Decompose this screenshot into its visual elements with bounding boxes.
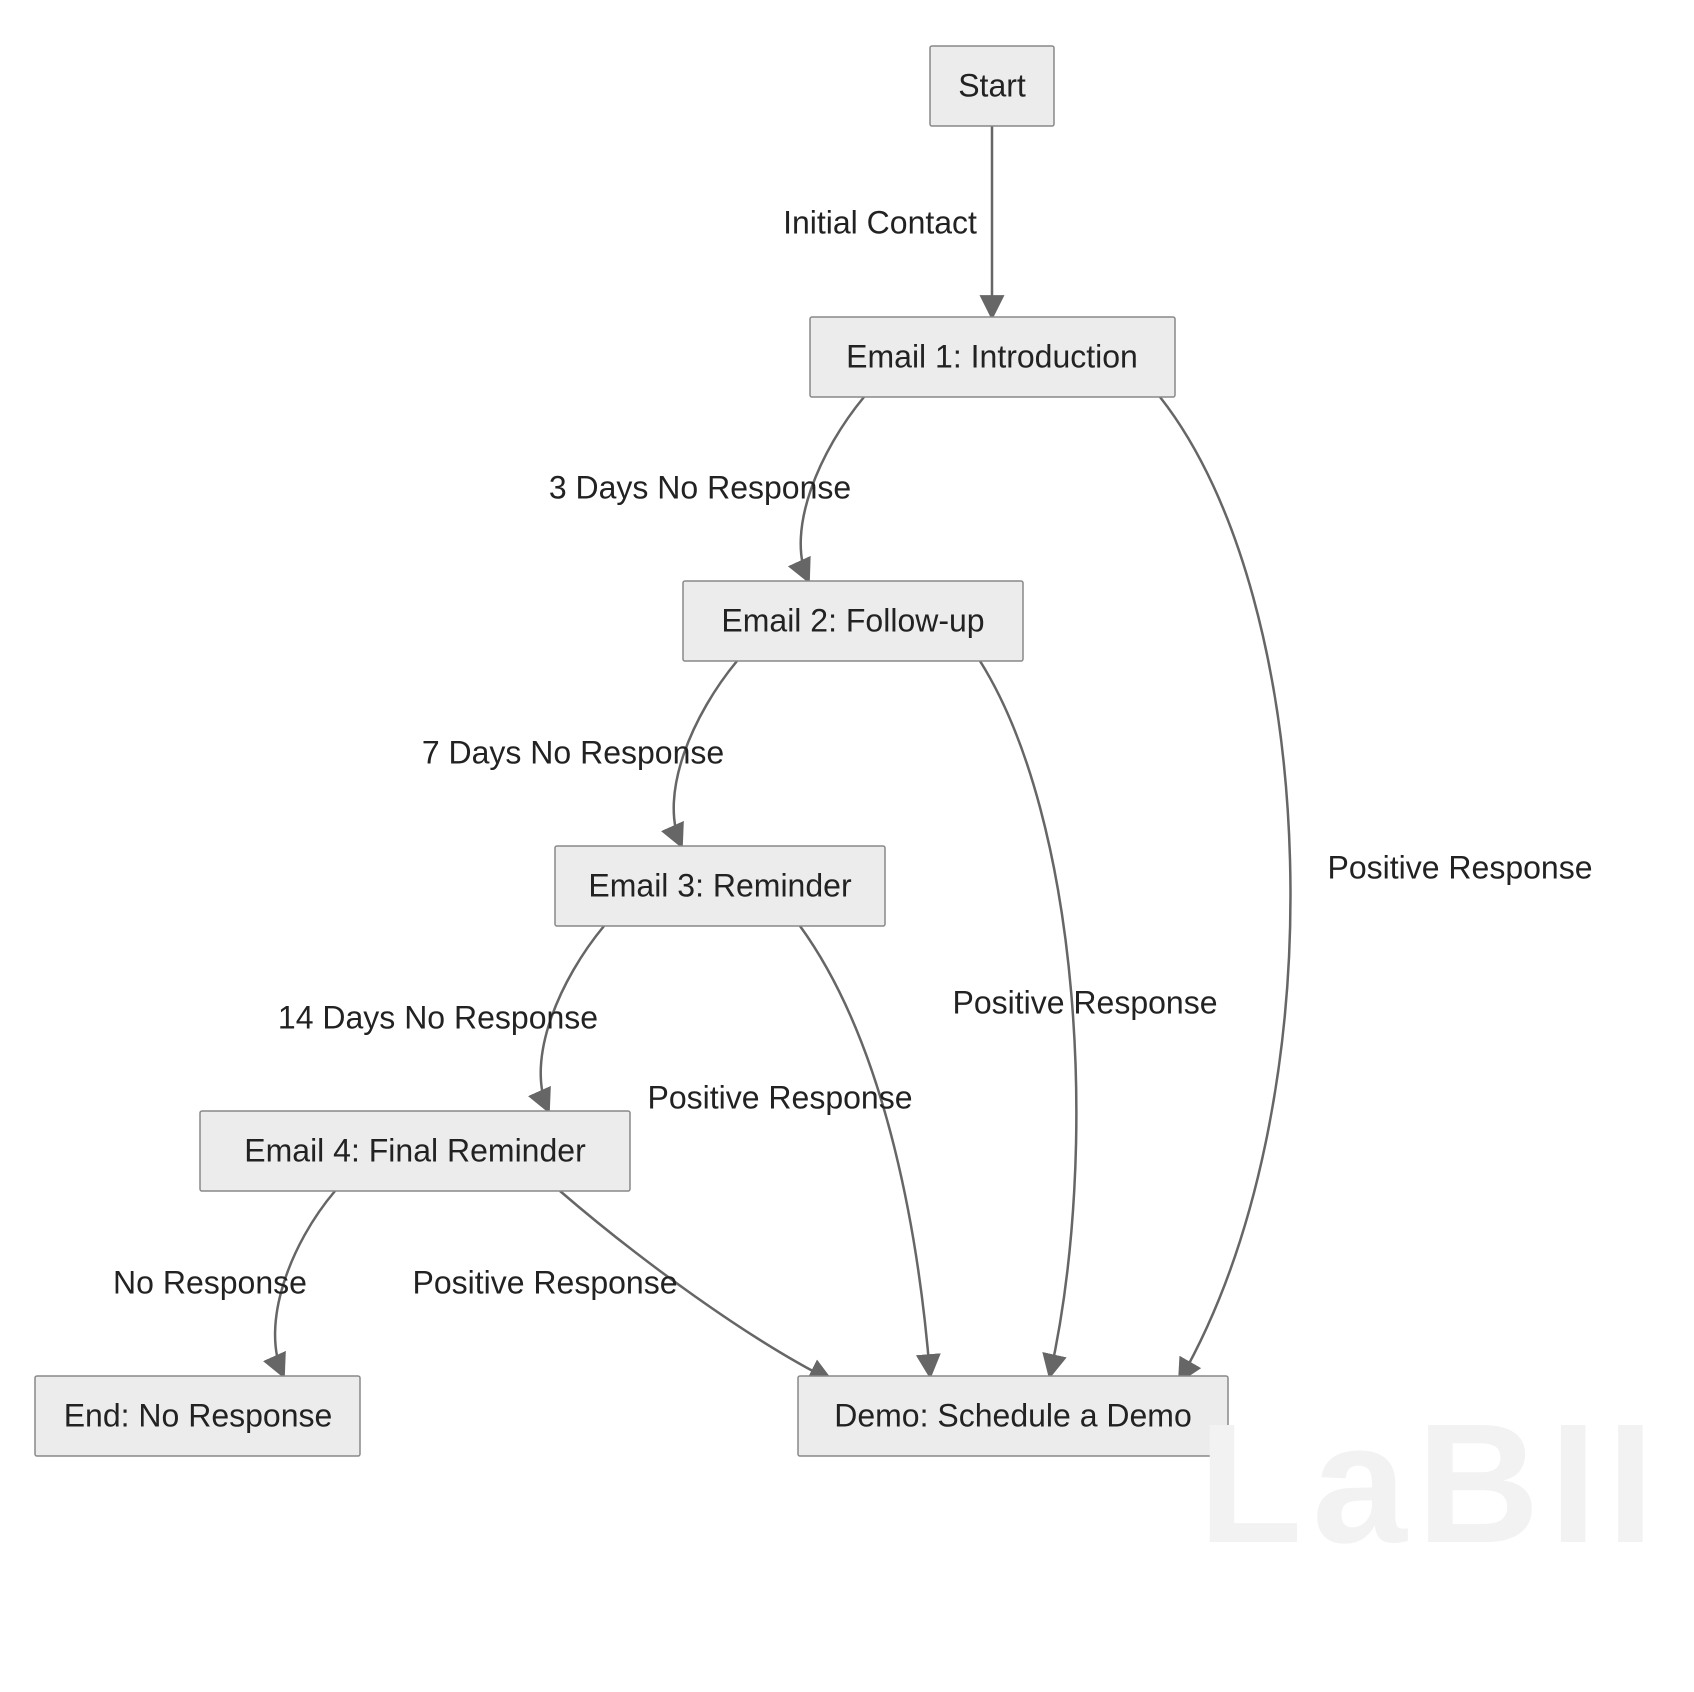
node-email1: Email 1: Introduction	[810, 317, 1175, 397]
node-end: End: No Response	[35, 1376, 360, 1456]
edge-label-noresponse: No Response	[113, 1264, 307, 1300]
edge-label-3days: 3 Days No Response	[549, 469, 851, 505]
edge-label-14days: 14 Days No Response	[278, 999, 598, 1035]
node-email2: Email 2: Follow-up	[683, 581, 1023, 661]
node-demo: Demo: Schedule a Demo	[798, 1376, 1228, 1456]
node-email3-label: Email 3: Reminder	[588, 867, 852, 903]
edge-email3-demo	[800, 926, 930, 1375]
node-email1-label: Email 1: Introduction	[846, 338, 1138, 374]
edge-label-email1-positive: Positive Response	[1327, 849, 1592, 885]
node-email4-label: Email 4: Final Reminder	[244, 1132, 586, 1168]
edge-label-email4-positive: Positive Response	[412, 1264, 677, 1300]
node-email4: Email 4: Final Reminder	[200, 1111, 630, 1191]
edge-email1-demo	[1160, 397, 1290, 1380]
edge-label-email2-positive: Positive Response	[952, 984, 1217, 1020]
node-demo-label: Demo: Schedule a Demo	[834, 1397, 1192, 1433]
edge-label-initial-contact: Initial Contact	[783, 204, 977, 240]
node-email2-label: Email 2: Follow-up	[721, 602, 984, 638]
node-end-label: End: No Response	[64, 1397, 333, 1433]
edge-label-7days: 7 Days No Response	[422, 734, 724, 770]
node-start: Start	[930, 46, 1054, 126]
flowchart-canvas: Initial Contact 3 Days No Response 7 Day…	[0, 0, 1694, 1692]
node-start-label: Start	[958, 67, 1026, 103]
node-email3: Email 3: Reminder	[555, 846, 885, 926]
edge-label-email3-positive: Positive Response	[647, 1079, 912, 1115]
